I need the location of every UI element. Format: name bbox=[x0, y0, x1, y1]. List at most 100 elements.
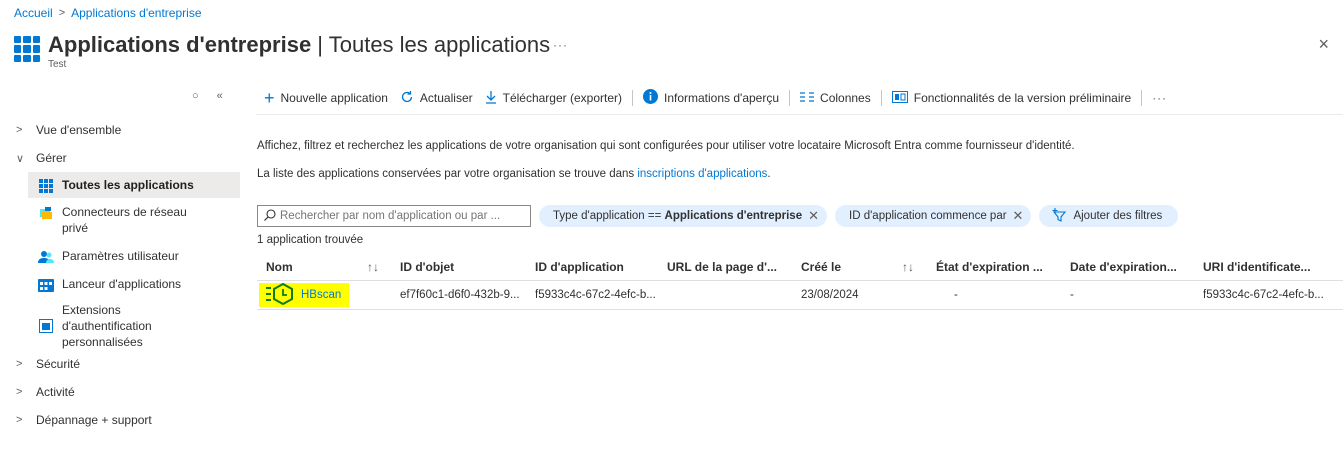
sidebar-item-label: Toutes les applications bbox=[62, 178, 194, 192]
toolbar-divider bbox=[632, 90, 633, 106]
sidebar-item-private-network-connectors[interactable]: Connecteurs de réseau privé bbox=[0, 204, 240, 242]
preview-features-button[interactable]: Fonctionnalités de la version préliminai… bbox=[886, 90, 1137, 106]
column-header-object-id[interactable]: ID d'objet bbox=[400, 260, 454, 274]
columns-button[interactable]: Colonnes bbox=[794, 90, 877, 106]
sidebar-item-app-launcher[interactable]: Lanceur d'applications bbox=[0, 270, 240, 298]
add-filter-icon bbox=[1051, 207, 1067, 225]
download-icon bbox=[485, 90, 497, 107]
sidebar-item-activity[interactable]: > Activité bbox=[0, 378, 240, 406]
sidebar-group-manage[interactable]: ∨ Gérer bbox=[0, 144, 240, 172]
search-box bbox=[257, 205, 531, 227]
search-icon bbox=[264, 208, 276, 224]
refresh-button[interactable]: Actualiser bbox=[394, 90, 479, 107]
sort-icon[interactable]: ↑↓ bbox=[367, 260, 379, 274]
remove-filter-icon[interactable]: ✕ bbox=[808, 208, 819, 224]
filter-bar: Type d'application == Applications d'ent… bbox=[257, 205, 1179, 227]
breadcrumb-separator-icon: > bbox=[58, 7, 66, 19]
column-header-name[interactable]: Nom bbox=[266, 260, 293, 274]
search-input[interactable] bbox=[280, 210, 520, 222]
app-name-link[interactable]: HBscan bbox=[301, 289, 341, 301]
page-title-main: Applications d'entreprise bbox=[48, 32, 312, 57]
sidebar-item-user-settings[interactable]: Paramètres utilisateur bbox=[0, 242, 240, 270]
column-header-expiration-status[interactable]: État d'expiration ... bbox=[936, 260, 1043, 274]
sidebar-item-troubleshooting[interactable]: > Dépannage + support bbox=[0, 406, 240, 434]
page-header: Applications d'entreprise | Toutes les a… bbox=[14, 32, 550, 70]
download-button[interactable]: Télécharger (exporter) bbox=[479, 90, 628, 107]
add-filters-button[interactable]: Ajouter des filtres bbox=[1039, 205, 1179, 227]
pin-icon[interactable]: ○ bbox=[192, 90, 199, 102]
preview-features-icon bbox=[891, 90, 908, 106]
chevron-right-icon: > bbox=[16, 414, 23, 426]
sidebar-item-overview[interactable]: > Vue d'ensemble bbox=[0, 116, 240, 144]
sidebar-item-label: Gérer bbox=[36, 151, 67, 165]
created-date-cell: 23/08/2024 bbox=[801, 289, 859, 301]
app-registrations-link[interactable]: inscriptions d'applications bbox=[637, 168, 767, 180]
preview-info-label: Informations d'aperçu bbox=[664, 91, 780, 105]
title-more-icon[interactable]: ··· bbox=[553, 38, 568, 52]
sidebar-item-custom-auth-extensions[interactable]: Extensions d'authentification personnali… bbox=[0, 298, 240, 350]
column-header-created[interactable]: Créé le bbox=[801, 260, 841, 274]
command-bar: + Nouvelle application Actualiser Téléch… bbox=[264, 87, 1173, 109]
column-header-identifier-uri[interactable]: URI d'identificate... bbox=[1203, 260, 1311, 274]
page-subtitle: Test bbox=[48, 59, 67, 70]
breadcrumb-current-link[interactable]: Applications d'entreprise bbox=[71, 6, 201, 20]
filter-prefix: Type d'application == bbox=[553, 210, 665, 222]
remove-filter-icon[interactable]: ✕ bbox=[1013, 208, 1024, 224]
sidebar-item-all-applications[interactable]: Toutes les applications bbox=[28, 172, 240, 198]
sidebar-item-label: Dépannage + support bbox=[36, 413, 152, 427]
chevron-right-icon: > bbox=[16, 124, 23, 136]
filter-value: Applications d'entreprise bbox=[664, 210, 803, 222]
app-logo-icon bbox=[265, 282, 295, 308]
app-name-highlight: HBscan bbox=[259, 282, 350, 308]
new-application-button[interactable]: + Nouvelle application bbox=[264, 89, 394, 107]
page-title: Applications d'entreprise | Toutes les a… bbox=[48, 32, 550, 58]
connector-icon bbox=[38, 206, 54, 220]
sidebar-item-label: Activité bbox=[36, 385, 75, 399]
preview-features-label: Fonctionnalités de la version préliminai… bbox=[913, 91, 1132, 105]
refresh-icon bbox=[400, 90, 414, 107]
note-text: La liste des applications conservées par… bbox=[257, 168, 638, 180]
sort-icon[interactable]: ↑↓ bbox=[902, 260, 914, 274]
table-row[interactable]: HBscan ef7f60c1-d6f0-432b-9... f5933c4c-… bbox=[257, 280, 1343, 310]
toolbar-divider bbox=[1141, 90, 1143, 106]
extension-icon bbox=[38, 319, 54, 333]
preview-info-button[interactable]: Informations d'aperçu bbox=[637, 89, 785, 107]
info-icon bbox=[643, 89, 658, 107]
close-icon[interactable]: × bbox=[1318, 34, 1329, 55]
new-application-label: Nouvelle application bbox=[280, 91, 388, 105]
breadcrumb: Accueil > Applications d'entreprise bbox=[14, 6, 202, 20]
columns-label: Colonnes bbox=[820, 91, 871, 105]
sidebar-item-label: Connecteurs de réseau privé bbox=[62, 205, 187, 235]
launcher-icon bbox=[38, 278, 54, 292]
sidebar-item-label: Sécurité bbox=[36, 357, 81, 371]
more-commands-icon[interactable]: ··· bbox=[1146, 91, 1173, 105]
expiration-status-cell: - bbox=[954, 289, 958, 301]
column-header-app-id[interactable]: ID d'application bbox=[535, 260, 624, 274]
note-suffix: . bbox=[767, 168, 771, 180]
app-id-filter-pill[interactable]: ID d'application commence par ✕ bbox=[835, 205, 1032, 227]
app-name-cell: HBscan bbox=[259, 282, 350, 308]
download-label: Télécharger (exporter) bbox=[502, 91, 622, 105]
page-title-section: | Toutes les applications bbox=[311, 32, 551, 57]
sidebar-item-label: Vue d'ensemble bbox=[36, 123, 122, 137]
app-id-filter-label: ID d'application commence par bbox=[849, 210, 1007, 222]
toolbar-divider bbox=[880, 90, 882, 106]
app-type-filter-pill[interactable]: Type d'application == Applications d'ent… bbox=[539, 205, 828, 227]
sidebar-item-label: Extensions d'authentification personnali… bbox=[62, 303, 152, 349]
chevron-down-icon: ∨ bbox=[16, 152, 25, 165]
column-header-homepage-url[interactable]: URL de la page d'... bbox=[667, 260, 777, 274]
expiration-date-cell: - bbox=[1070, 289, 1074, 301]
applications-table: Nom ↑↓ ID d'objet ID d'application URL d… bbox=[257, 254, 1343, 310]
app-id-cell: f5933c4c-67c2-4efc-b... bbox=[535, 289, 656, 301]
breadcrumb-home-link[interactable]: Accueil bbox=[14, 6, 53, 20]
column-header-expiration-date[interactable]: Date d'expiration... bbox=[1070, 260, 1177, 274]
sidebar-item-security[interactable]: > Sécurité bbox=[0, 350, 240, 378]
sidebar-item-label: Lanceur d'applications bbox=[62, 277, 182, 291]
sidebar-controls: ○ « bbox=[192, 90, 223, 102]
command-bar-divider bbox=[256, 114, 1343, 115]
app-registrations-note: La liste des applications conservées par… bbox=[257, 168, 771, 180]
app-type-filter-label: Type d'application == Applications d'ent… bbox=[553, 210, 802, 222]
result-count: 1 application trouvée bbox=[257, 234, 364, 246]
columns-icon bbox=[800, 90, 815, 106]
collapse-sidebar-icon[interactable]: « bbox=[217, 90, 223, 102]
